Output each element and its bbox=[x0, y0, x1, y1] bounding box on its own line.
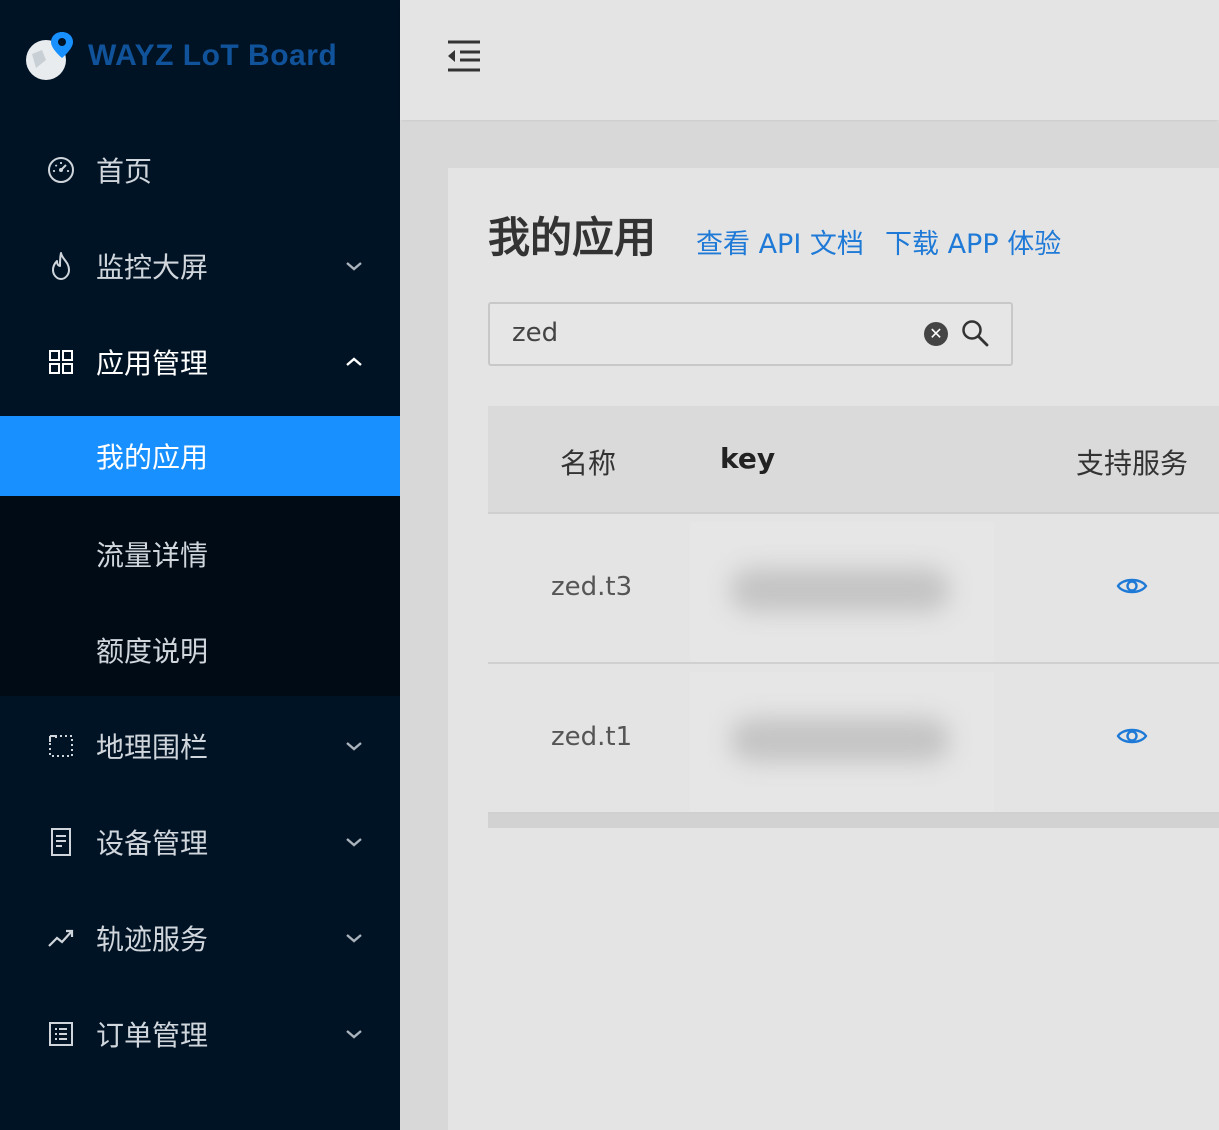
sidebar-item-devices[interactable]: 设备管理 bbox=[0, 802, 400, 882]
sidebar-item-label: 应用管理 bbox=[96, 347, 209, 380]
eye-icon[interactable] bbox=[1116, 724, 1148, 748]
apps-grid-icon bbox=[46, 347, 76, 377]
clear-icon[interactable]: ✕ bbox=[924, 322, 948, 346]
brand-name: WAYZ LoT Board bbox=[88, 39, 338, 72]
main-card: 我的应用 查看 API 文档 下载 APP 体验 ✕ 名称 key 支持服务 z… bbox=[448, 168, 1219, 1130]
eye-icon[interactable] bbox=[1116, 574, 1148, 598]
download-app-link[interactable]: 下载 APP 体验 bbox=[885, 222, 1061, 261]
search-input[interactable] bbox=[512, 318, 892, 348]
app-key-cell-redacted bbox=[690, 522, 994, 662]
table-header: 名称 key 支持服务 bbox=[488, 406, 1219, 514]
sidebar-item-orders[interactable]: 订单管理 bbox=[0, 994, 400, 1074]
sidebar-item-app-management[interactable]: 应用管理 bbox=[0, 322, 400, 402]
chevron-up-icon bbox=[346, 357, 362, 366]
logo[interactable]: WAYZ LoT Board bbox=[24, 30, 337, 82]
sidebar-item-geofence[interactable]: 地理围栏 bbox=[0, 706, 400, 786]
sidebar-item-my-apps[interactable]: 我的应用 bbox=[0, 416, 400, 496]
table-row: zed.t3 bbox=[488, 514, 1219, 664]
trend-icon bbox=[46, 923, 76, 953]
dashboard-icon bbox=[46, 155, 76, 185]
sidebar-item-monitor[interactable]: 监控大屏 bbox=[0, 226, 400, 306]
fire-icon bbox=[46, 251, 76, 281]
chevron-down-icon bbox=[346, 742, 362, 751]
chevron-down-icon bbox=[346, 1030, 362, 1039]
sidebar-item-label: 首页 bbox=[96, 155, 153, 188]
sidebar-item-label: 监控大屏 bbox=[96, 251, 209, 284]
top-header bbox=[400, 0, 1219, 120]
chevron-down-icon bbox=[346, 934, 362, 943]
fence-icon bbox=[46, 731, 76, 761]
sidebar-item-trajectory[interactable]: 轨迹服务 bbox=[0, 898, 400, 978]
api-docs-link[interactable]: 查看 API 文档 bbox=[696, 222, 864, 261]
sidebar-item-traffic-details[interactable]: 流量详情 bbox=[0, 514, 400, 594]
sidebar-item-label: 订单管理 bbox=[96, 1019, 209, 1052]
sidebar-item-label: 我的应用 bbox=[96, 441, 209, 474]
menu-fold-icon[interactable] bbox=[444, 38, 484, 74]
sidebar-item-label: 设备管理 bbox=[96, 827, 209, 860]
column-header-key: key bbox=[720, 442, 776, 475]
app-key-cell-redacted bbox=[690, 672, 994, 812]
sidebar-item-home[interactable]: 首页 bbox=[0, 130, 400, 210]
device-icon bbox=[46, 827, 76, 857]
sidebar-item-label: 轨迹服务 bbox=[96, 923, 209, 956]
sidebar-item-label: 地理围栏 bbox=[96, 731, 209, 764]
table-footer-scrollbar[interactable] bbox=[488, 814, 1219, 828]
app-name-cell: zed.t1 bbox=[551, 722, 633, 752]
sidebar-item-label: 额度说明 bbox=[96, 635, 209, 668]
order-list-icon bbox=[46, 1019, 76, 1049]
page-title: 我的应用 bbox=[488, 213, 657, 262]
column-header-services: 支持服务 bbox=[1076, 447, 1189, 480]
sidebar: WAYZ LoT Board 首页 监控大屏 应用管理 我的应用 流量详情 额度… bbox=[0, 0, 400, 1130]
search-icon[interactable] bbox=[960, 318, 990, 348]
column-header-name: 名称 bbox=[560, 447, 617, 480]
table-row: zed.t1 bbox=[488, 664, 1219, 814]
app-name-cell: zed.t3 bbox=[551, 572, 633, 602]
chevron-down-icon bbox=[346, 262, 362, 271]
chevron-down-icon bbox=[346, 838, 362, 847]
search-box: ✕ bbox=[488, 302, 1013, 366]
sidebar-item-label: 流量详情 bbox=[96, 539, 209, 572]
sidebar-item-quota-info[interactable]: 额度说明 bbox=[0, 610, 400, 690]
logo-icon bbox=[26, 32, 73, 80]
